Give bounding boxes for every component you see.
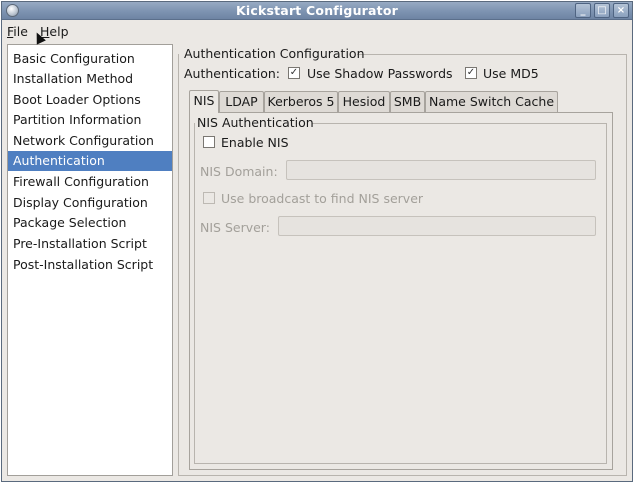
nis-server-label: NIS Server: <box>200 220 270 235</box>
nis-auth-group-top <box>312 123 607 124</box>
minimize-button[interactable]: _ <box>575 3 591 18</box>
tab-smb[interactable]: SMB <box>390 91 425 112</box>
nis-domain-label: NIS Domain: <box>200 164 278 179</box>
kickstart-window: Kickstart Configurator _ □ × File Help B… <box>1 1 633 482</box>
tab-nis[interactable]: NIS <box>189 90 219 113</box>
sidebar-item-pre-installation-script[interactable]: Pre-Installation Script <box>8 234 172 254</box>
close-button[interactable]: × <box>613 3 629 18</box>
nis-auth-title: NIS Authentication <box>197 115 314 130</box>
sidebar-item-post-installation-script[interactable]: Post-Installation Script <box>8 255 172 275</box>
menu-help-rest: elp <box>49 24 69 39</box>
shadow-passwords-checkbox[interactable]: ✓ <box>288 67 300 79</box>
nis-server-input[interactable] <box>278 216 596 236</box>
sidebar-item-installation-method[interactable]: Installation Method <box>8 69 172 89</box>
auth-config-frame-top <box>357 54 627 55</box>
tab-ldap[interactable]: LDAP <box>219 91 264 112</box>
sidebar-item-display-configuration[interactable]: Display Configuration <box>8 193 172 213</box>
window-title: Kickstart Configurator <box>236 3 398 18</box>
enable-nis-checkbox[interactable] <box>203 136 215 148</box>
auth-label: Authentication: <box>184 66 280 81</box>
sidebar-item-network-configuration[interactable]: Network Configuration <box>8 131 172 151</box>
md5-label[interactable]: Use MD5 <box>483 66 539 81</box>
sidebar-item-partition-information[interactable]: Partition Information <box>8 110 172 130</box>
sidebar-item-authentication[interactable]: Authentication <box>8 151 172 171</box>
sidebar-item-boot-loader-options[interactable]: Boot Loader Options <box>8 90 172 110</box>
use-broadcast-checkbox[interactable] <box>203 192 215 204</box>
menu-file-rest: ile <box>13 24 28 39</box>
tab-kerberos-5[interactable]: Kerberos 5 <box>264 91 338 112</box>
shadow-passwords-label[interactable]: Use Shadow Passwords <box>307 66 453 81</box>
tab-hesiod[interactable]: Hesiod <box>338 91 390 112</box>
md5-checkbox[interactable]: ✓ <box>465 67 477 79</box>
menu-file[interactable]: File <box>7 24 28 39</box>
section-list: Basic Configuration Installation Method … <box>7 44 173 476</box>
tab-name-switch-cache[interactable]: Name Switch Cache <box>425 91 558 112</box>
maximize-button[interactable]: □ <box>594 3 610 18</box>
section-title: Authentication Configuration <box>184 46 365 61</box>
sidebar-item-firewall-configuration[interactable]: Firewall Configuration <box>8 172 172 192</box>
sidebar-item-basic-configuration[interactable]: Basic Configuration <box>8 49 172 69</box>
menu-bar: File Help <box>2 21 632 41</box>
sidebar-item-package-selection[interactable]: Package Selection <box>8 213 172 233</box>
title-bar[interactable]: Kickstart Configurator _ □ × <box>2 2 632 20</box>
use-broadcast-label: Use broadcast to find NIS server <box>221 191 424 206</box>
nis-domain-input[interactable] <box>286 160 596 180</box>
enable-nis-label[interactable]: Enable NIS <box>221 135 289 150</box>
